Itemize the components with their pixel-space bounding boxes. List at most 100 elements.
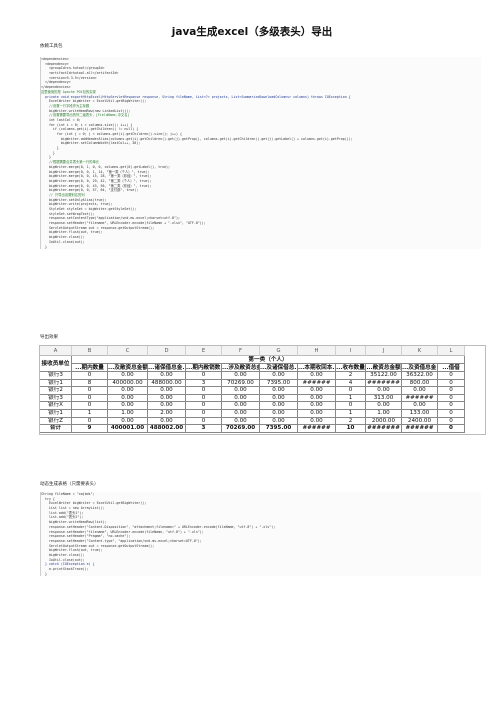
row-header-label: 接收员单位 bbox=[40, 356, 72, 372]
column-letter-header: ABCDEFGHIJKL bbox=[40, 346, 465, 356]
data-cell: 488000.00 bbox=[148, 379, 186, 388]
data-cell: 0.00 bbox=[148, 402, 186, 410]
row-label: 银行1 bbox=[40, 410, 72, 418]
group-header: 第一类（个人） bbox=[72, 356, 465, 364]
code-block-dynamic: String fileName = "xajbds"; try { ExcelW… bbox=[40, 492, 481, 577]
data-cell: ####### bbox=[366, 425, 402, 433]
data-cell: 0 bbox=[72, 387, 108, 395]
data-cell: 2 bbox=[336, 417, 366, 426]
data-cell: 0.00 bbox=[108, 372, 148, 380]
data-cell: 0.00 bbox=[108, 387, 148, 395]
data-cell: 0.00 bbox=[260, 410, 298, 418]
sub-header: ...敞资总金额 bbox=[366, 364, 402, 372]
column-letter-J: J bbox=[366, 346, 402, 356]
code-block-export: <dependencies> <dependency> <groupId>cn.… bbox=[40, 57, 481, 250]
column-letter-L: L bbox=[438, 346, 465, 356]
data-cell: 2000.00 bbox=[366, 417, 402, 426]
data-cell: 0.00 bbox=[298, 410, 336, 418]
data-cell: 0.00 bbox=[298, 372, 336, 380]
data-cell: 313.00 bbox=[366, 394, 402, 403]
data-cell: 35122.00 bbox=[366, 372, 402, 380]
row-label: 银行1 bbox=[40, 379, 72, 388]
data-cell: 0 bbox=[186, 417, 222, 426]
data-cell: 0 bbox=[186, 372, 222, 380]
section-heading-dynamic: 动态生成表格（只需要表头） bbox=[40, 482, 99, 487]
data-cell: 0.00 bbox=[108, 402, 148, 410]
data-cell: 0 bbox=[186, 410, 222, 418]
data-cell: 0 bbox=[438, 417, 465, 426]
row-label: 银行Z bbox=[40, 417, 72, 426]
sub-header: ...及敞资总金额 bbox=[108, 364, 148, 372]
sub-header: ...期内数量 bbox=[72, 364, 108, 372]
data-cell: 7395.00 bbox=[260, 425, 298, 433]
data-cell: 0.00 bbox=[148, 387, 186, 395]
data-cell: 0.00 bbox=[260, 372, 298, 380]
page-title: java生成excel（多级表头）导出 bbox=[171, 26, 333, 38]
data-cell: 0 bbox=[336, 387, 366, 395]
data-cell: 3 bbox=[186, 425, 222, 433]
column-letter-E: E bbox=[186, 346, 222, 356]
data-cell: ###### bbox=[298, 379, 336, 388]
data-cell: 0 bbox=[72, 402, 108, 410]
data-cell: 70269.00 bbox=[222, 379, 260, 388]
data-cell: 0.00 bbox=[222, 402, 260, 410]
data-cell: 0.00 bbox=[298, 387, 336, 395]
sub-header: ...期内敞销数... bbox=[186, 364, 222, 372]
column-letter-B: B bbox=[72, 346, 108, 356]
row-label: 合计 bbox=[40, 425, 72, 433]
data-cell: 0.00 bbox=[260, 387, 298, 395]
column-letter-G: G bbox=[260, 346, 298, 356]
data-cell: 800.00 bbox=[402, 379, 438, 388]
data-cell: 0.00 bbox=[148, 372, 186, 380]
column-letter-F: F bbox=[222, 346, 260, 356]
data-cell: 9 bbox=[72, 425, 108, 433]
data-cell: 0.00 bbox=[222, 372, 260, 380]
data-cell: 488002.00 bbox=[148, 425, 186, 433]
data-cell: 7395.00 bbox=[260, 379, 298, 388]
section-heading-dependencies: 依赖工具包 bbox=[40, 44, 63, 49]
data-cell: 1.00 bbox=[366, 410, 402, 418]
data-cell: ####### bbox=[366, 379, 402, 388]
data-cell: 0.00 bbox=[366, 402, 402, 410]
data-cell: 4 bbox=[336, 379, 366, 388]
data-cell: 0 bbox=[336, 402, 366, 410]
column-letter-D: D bbox=[148, 346, 186, 356]
column-letter-K: K bbox=[402, 346, 438, 356]
data-cell: 0 bbox=[438, 379, 465, 388]
data-cell: 1.00 bbox=[108, 410, 148, 418]
data-cell: 10 bbox=[336, 425, 366, 433]
data-cell: 0 bbox=[438, 402, 465, 410]
sub-header: ...及诸保借总... bbox=[260, 364, 298, 372]
column-letter-A: A bbox=[40, 346, 72, 356]
data-cell: 0.00 bbox=[222, 387, 260, 395]
data-cell: 0.00 bbox=[402, 387, 438, 395]
data-cell: 0 bbox=[72, 394, 108, 403]
sub-header: ...本期收回本... bbox=[298, 364, 336, 372]
data-cell: ###### bbox=[402, 394, 438, 403]
data-cell: 0.00 bbox=[298, 394, 336, 403]
data-cell: 1 bbox=[72, 410, 108, 418]
data-cell: 2 bbox=[336, 372, 366, 380]
sub-header: ...及资借总金... bbox=[402, 364, 438, 372]
code-line: } bbox=[41, 244, 47, 249]
data-cell: 0.00 bbox=[148, 417, 186, 426]
data-cell: 0 bbox=[186, 394, 222, 403]
data-cell: 36322.00 bbox=[402, 372, 438, 380]
data-cell: 0 bbox=[72, 372, 108, 380]
data-cell: 0 bbox=[186, 387, 222, 395]
data-cell: 0.00 bbox=[108, 417, 148, 426]
data-cell: 0 bbox=[438, 372, 465, 380]
column-letter-H: H bbox=[298, 346, 336, 356]
data-cell: 0.00 bbox=[148, 394, 186, 403]
data-cell: 133.00 bbox=[402, 410, 438, 418]
row-label: 银行2 bbox=[40, 387, 72, 395]
section-heading-result: 导出效果 bbox=[40, 335, 58, 340]
data-cell: 0 bbox=[438, 425, 465, 433]
data-cell: 0.00 bbox=[298, 402, 336, 410]
data-cell: 3 bbox=[186, 379, 222, 388]
data-cell: 0.00 bbox=[260, 402, 298, 410]
data-cell: 0.00 bbox=[222, 410, 260, 418]
data-cell: ###### bbox=[402, 425, 438, 433]
excel-screenshot: ABCDEFGHIJKL 接收员单位 第一类（个人） ...期内数量 ...及敞资总金… bbox=[39, 345, 486, 435]
data-cell: 8 bbox=[72, 379, 108, 388]
